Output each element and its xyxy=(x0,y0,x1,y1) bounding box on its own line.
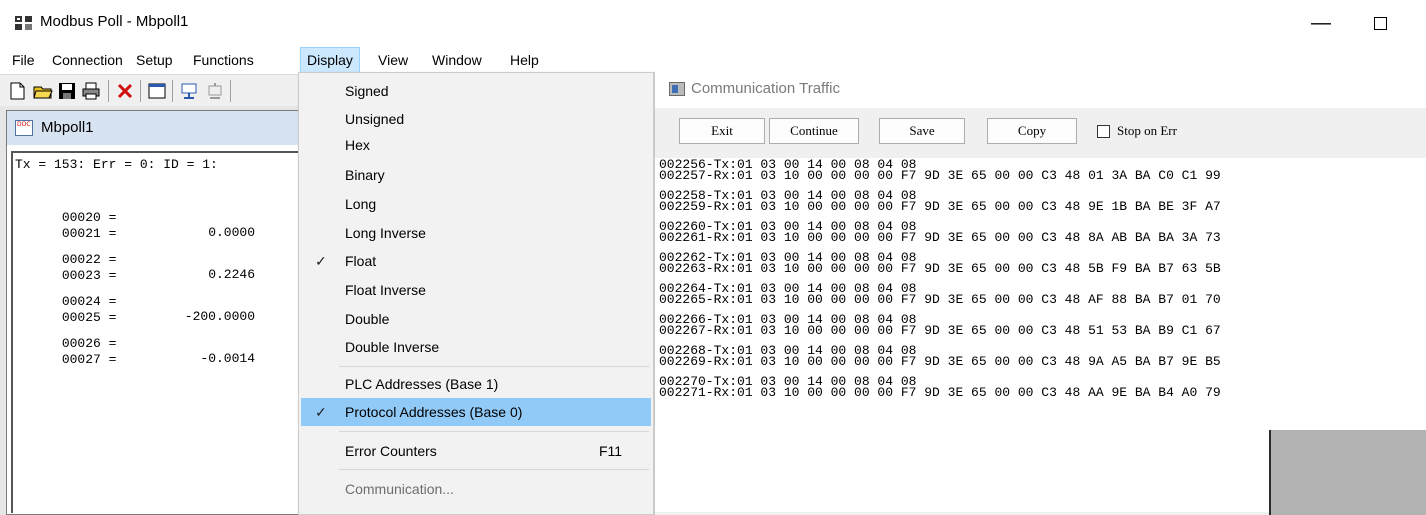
menu-file[interactable]: File xyxy=(6,47,41,73)
disconnect-icon[interactable] xyxy=(204,80,226,102)
toolbar-separator xyxy=(108,80,109,102)
register-table: Tx = 153: Err = 0: ID = 1: 00020 = 0.000… xyxy=(11,151,299,513)
mbpoll-title: Mbpoll1 xyxy=(41,119,94,136)
communication-traffic-window: Communication Traffic Exit Continue Save… xyxy=(654,72,1426,515)
menu-item-long-inverse[interactable]: Long Inverse xyxy=(301,219,651,247)
menu-item-float[interactable]: ✓ Float xyxy=(301,247,651,275)
copy-button[interactable]: Copy xyxy=(987,118,1077,144)
menu-item-error-counters[interactable]: Error Counters F11 xyxy=(301,437,651,465)
menu-item-communication: Communication... xyxy=(345,481,454,497)
register-value: -200.0000 xyxy=(184,309,255,324)
menu-connection[interactable]: Connection xyxy=(46,47,129,73)
mbpoll-title-bar[interactable]: Mbpoll1 xyxy=(7,111,299,145)
menu-separator xyxy=(339,366,649,367)
menu-item-plc-addresses[interactable]: PLC Addresses (Base 1) xyxy=(301,370,651,398)
toolbar-separator xyxy=(230,80,231,102)
continue-button[interactable]: Continue xyxy=(769,118,859,144)
register-value: -0.0014 xyxy=(200,351,255,366)
traffic-line: 002263-Rx:01 03 10 00 00 00 00 F7 9D 3E … xyxy=(659,261,1221,276)
mbpoll-window: Mbpoll1 Tx = 153: Err = 0: ID = 1: 00020… xyxy=(6,110,300,515)
menu-item-binary[interactable]: Binary xyxy=(301,161,651,189)
traffic-line: 002267-Rx:01 03 10 00 00 00 00 F7 9D 3E … xyxy=(659,323,1221,338)
menu-bar: File Connection Setup Functions Display … xyxy=(0,47,1426,73)
table-row[interactable]: 00023 = xyxy=(15,253,117,283)
traffic-title-bar[interactable]: Communication Traffic xyxy=(655,72,1426,108)
title-bar: Modbus Poll - Mbpoll1 — xyxy=(0,0,1426,46)
toolbar-separator xyxy=(172,80,173,102)
traffic-line: 002271-Rx:01 03 10 00 00 00 00 F7 9D 3E … xyxy=(659,385,1221,400)
save-icon[interactable] xyxy=(56,80,78,102)
save-button[interactable]: Save xyxy=(879,118,965,144)
traffic-title: Communication Traffic xyxy=(691,80,840,97)
delete-icon[interactable] xyxy=(114,80,136,102)
menu-item-unsigned[interactable]: Unsigned xyxy=(301,105,651,133)
status-line: Tx = 153: Err = 0: ID = 1: xyxy=(15,157,218,172)
window-title: Modbus Poll - Mbpoll1 xyxy=(40,13,189,30)
display-dropdown-menu: Signed Unsigned Hex Binary Long Long Inv… xyxy=(298,72,654,515)
register-address: 00027 = xyxy=(61,352,117,367)
maximize-button[interactable] xyxy=(1366,8,1396,38)
register-value: 0.2246 xyxy=(208,267,255,282)
menu-display[interactable]: Display xyxy=(300,47,360,73)
menu-item-protocol-addresses[interactable]: ✓ Protocol Addresses (Base 0) xyxy=(301,398,651,426)
connect-icon[interactable] xyxy=(178,80,200,102)
menu-separator xyxy=(339,469,649,470)
menu-item-double-inverse[interactable]: Double Inverse xyxy=(301,333,651,361)
open-folder-icon[interactable] xyxy=(32,80,54,102)
traffic-line: 002269-Rx:01 03 10 00 00 00 00 F7 9D 3E … xyxy=(659,354,1221,369)
menu-functions[interactable]: Functions xyxy=(187,47,260,73)
menu-item-hex[interactable]: Hex xyxy=(301,131,651,159)
window-icon[interactable] xyxy=(146,80,168,102)
table-row[interactable]: 00025 = xyxy=(15,295,117,325)
modbus-poll-app-icon xyxy=(15,16,32,30)
traffic-line: 002259-Rx:01 03 10 00 00 00 00 F7 9D 3E … xyxy=(659,199,1221,214)
stop-on-err-label[interactable]: Stop on Err xyxy=(1117,123,1177,139)
checkmark-icon: ✓ xyxy=(315,253,327,269)
menu-item-signed[interactable]: Signed xyxy=(301,77,651,105)
shortcut-label: F11 xyxy=(599,443,623,459)
menu-item-float-inverse[interactable]: Float Inverse xyxy=(301,276,651,304)
print-icon[interactable] xyxy=(80,80,102,102)
traffic-line: 002261-Rx:01 03 10 00 00 00 00 F7 9D 3E … xyxy=(659,230,1221,245)
menu-item-double[interactable]: Double xyxy=(301,305,651,333)
table-row[interactable]: 00027 = xyxy=(15,337,117,367)
main-toolbar xyxy=(0,74,300,106)
traffic-window-icon xyxy=(669,82,685,96)
traffic-toolbar: Exit Continue Save Copy Stop on Err xyxy=(655,108,1426,158)
menu-view[interactable]: View xyxy=(372,47,414,73)
toolbar-separator xyxy=(140,80,141,102)
menu-setup[interactable]: Setup xyxy=(130,47,179,73)
menu-separator xyxy=(339,431,649,432)
exit-button[interactable]: Exit xyxy=(679,118,765,144)
document-icon xyxy=(15,120,33,136)
minimize-button[interactable]: — xyxy=(1306,8,1336,38)
menu-window[interactable]: Window xyxy=(426,47,488,73)
table-row[interactable]: 00021 = xyxy=(15,211,117,241)
checkmark-icon: ✓ xyxy=(315,404,327,420)
traffic-line: 002257-Rx:01 03 10 00 00 00 00 F7 9D 3E … xyxy=(659,168,1221,183)
menu-item-long[interactable]: Long xyxy=(301,190,651,218)
background-panel xyxy=(1269,430,1426,515)
menu-help[interactable]: Help xyxy=(504,47,545,73)
new-file-icon[interactable] xyxy=(6,80,28,102)
register-value: 0.0000 xyxy=(208,225,255,240)
traffic-line: 002265-Rx:01 03 10 00 00 00 00 F7 9D 3E … xyxy=(659,292,1221,307)
stop-on-err-checkbox[interactable] xyxy=(1097,125,1110,138)
